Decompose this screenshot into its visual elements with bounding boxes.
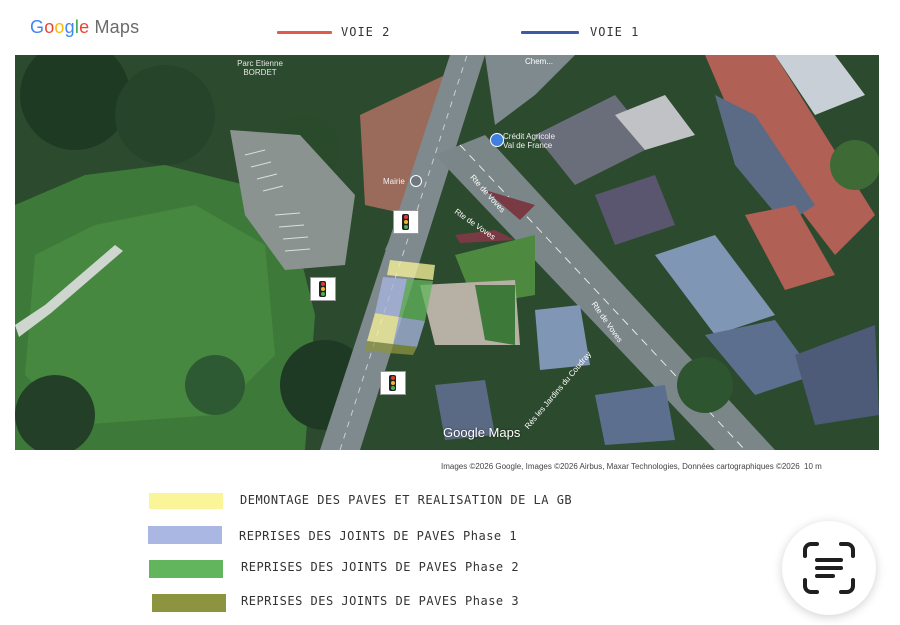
label-mairie: Mairie [383, 177, 405, 186]
map-scale: 10 m [804, 462, 822, 471]
swatch-phase-1 [148, 526, 222, 544]
voie-2-label: VOIE 2 [341, 25, 391, 39]
swatch-phase-2 [149, 560, 223, 578]
voie-1-label: VOIE 1 [590, 25, 640, 39]
legend-phase-2-label: REPRISES DES JOINTS DE PAVES Phase 2 [241, 560, 520, 574]
map-attribution: Images ©2026 Google, Images ©2026 Airbus… [441, 462, 800, 471]
swatch-gb [149, 493, 223, 509]
legend-phase-3-label: REPRISES DES JOINTS DE PAVES Phase 3 [241, 594, 520, 608]
google-lens-icon [803, 542, 855, 594]
logo-maps: Maps [94, 17, 140, 37]
map-canvas [15, 55, 879, 450]
label-chem: Chem... [525, 57, 554, 66]
town-hall-pin-icon[interactable] [410, 175, 422, 187]
satellite-map[interactable]: Parc Etienne BORDET Crédit Agricole Val … [15, 55, 879, 450]
legend-phase-1-label: REPRISES DES JOINTS DE PAVES Phase 1 [239, 529, 518, 543]
google-maps-logo: Google Maps [30, 17, 139, 38]
traffic-light-icon [380, 371, 406, 395]
map-watermark: Google Maps [443, 425, 521, 440]
bank-pin-icon[interactable] [490, 133, 504, 147]
logo-google: Google [30, 17, 90, 37]
label-park: Parc Etienne BORDET [237, 59, 283, 77]
traffic-light-icon [393, 210, 419, 234]
traffic-light-icon [310, 277, 336, 301]
google-lens-button[interactable] [782, 521, 876, 615]
voie-2-line [277, 31, 332, 34]
label-bank: Crédit Agricole Val de France [503, 132, 556, 150]
swatch-phase-3 [152, 594, 226, 612]
legend-gb-label: DEMONTAGE DES PAVES ET REALISATION DE LA… [240, 493, 573, 507]
voie-1-line [521, 31, 579, 34]
